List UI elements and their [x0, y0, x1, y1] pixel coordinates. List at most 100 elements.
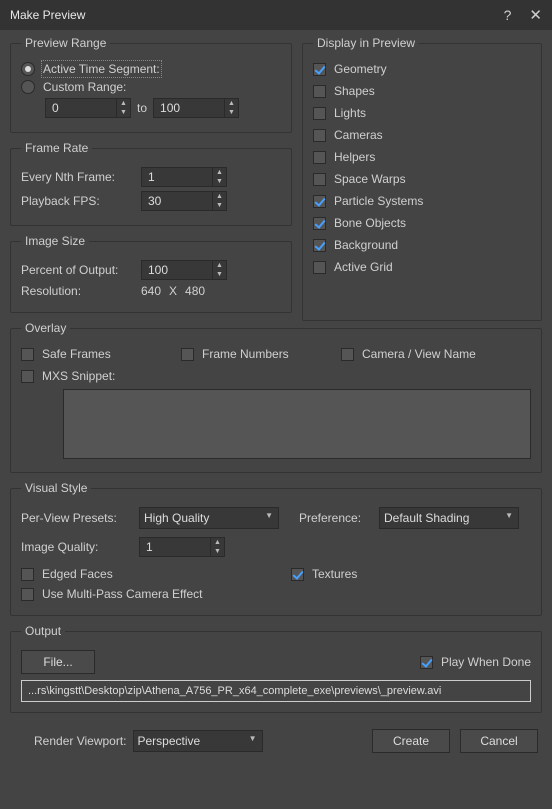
close-icon[interactable]: ✕: [529, 6, 542, 24]
spinner-arrows[interactable]: ▲▼: [116, 99, 130, 117]
resolution-x: X: [169, 284, 177, 298]
image-size-group: Image Size Percent of Output: 100 ▲▼ Res…: [10, 234, 292, 313]
edged-faces-check[interactable]: [21, 568, 34, 581]
display-option-background[interactable]: Background: [313, 234, 531, 256]
mxs-snippet-check[interactable]: [21, 370, 34, 383]
display-option-label[interactable]: Space Warps: [334, 172, 406, 186]
display-option-check[interactable]: [313, 107, 326, 120]
render-viewport-dropdown[interactable]: Perspective: [133, 730, 263, 752]
output-path: ...rs\kingstt\Desktop\zip\Athena_A756_PR…: [21, 680, 531, 702]
render-viewport-label: Render Viewport:: [34, 734, 127, 748]
display-option-check[interactable]: [313, 261, 326, 274]
image-quality-label: Image Quality:: [21, 540, 139, 554]
footer: Render Viewport: Perspective Create Canc…: [10, 721, 542, 753]
display-option-check[interactable]: [313, 63, 326, 76]
display-option-label[interactable]: Lights: [334, 106, 366, 120]
display-option-active-grid[interactable]: Active Grid: [313, 256, 531, 278]
textures-check[interactable]: [291, 568, 304, 581]
window-controls: ? ✕: [504, 6, 542, 24]
percent-output-label: Percent of Output:: [21, 263, 141, 277]
display-option-geometry[interactable]: Geometry: [313, 58, 531, 80]
preference-dropdown[interactable]: Default Shading: [379, 507, 519, 529]
range-to-input[interactable]: 100 ▲▼: [153, 98, 239, 118]
camera-view-label[interactable]: Camera / View Name: [362, 347, 476, 361]
display-option-cameras[interactable]: Cameras: [313, 124, 531, 146]
display-option-space-warps[interactable]: Space Warps: [313, 168, 531, 190]
preference-label: Preference:: [299, 511, 379, 525]
resolution-label: Resolution:: [21, 284, 141, 298]
image-quality-input[interactable]: 1 ▲▼: [139, 537, 225, 557]
spinner-arrows[interactable]: ▲▼: [212, 168, 226, 186]
frame-numbers-check[interactable]: [181, 348, 194, 361]
spinner-arrows[interactable]: ▲▼: [212, 192, 226, 210]
to-label: to: [137, 101, 147, 115]
display-option-label[interactable]: Particle Systems: [334, 194, 423, 208]
camera-view-check[interactable]: [341, 348, 354, 361]
file-button[interactable]: File...: [21, 650, 95, 674]
percent-output-input[interactable]: 100 ▲▼: [141, 260, 227, 280]
active-time-segment-label[interactable]: Active Time Segment:: [43, 62, 160, 76]
display-option-check[interactable]: [313, 239, 326, 252]
playback-fps-label: Playback FPS:: [21, 194, 141, 208]
resolution-height: 480: [185, 284, 205, 298]
window-title: Make Preview: [10, 8, 85, 22]
create-button[interactable]: Create: [372, 729, 450, 753]
display-option-lights[interactable]: Lights: [313, 102, 531, 124]
display-option-label[interactable]: Shapes: [334, 84, 375, 98]
mxs-snippet-textarea[interactable]: [63, 389, 531, 459]
display-option-bone-objects[interactable]: Bone Objects: [313, 212, 531, 234]
preview-range-group: Preview Range Active Time Segment: Custo…: [10, 36, 292, 133]
frame-numbers-label[interactable]: Frame Numbers: [202, 347, 289, 361]
display-option-check[interactable]: [313, 129, 326, 142]
display-option-particle-systems[interactable]: Particle Systems: [313, 190, 531, 212]
play-when-done-label[interactable]: Play When Done: [441, 655, 531, 669]
titlebar: Make Preview ? ✕: [0, 0, 552, 30]
display-option-check[interactable]: [313, 217, 326, 230]
per-view-presets-dropdown[interactable]: High Quality: [139, 507, 279, 529]
cancel-button[interactable]: Cancel: [460, 729, 538, 753]
display-in-preview-legend: Display in Preview: [313, 36, 419, 50]
range-from-input[interactable]: 0 ▲▼: [45, 98, 131, 118]
display-option-label[interactable]: Bone Objects: [334, 216, 406, 230]
active-time-segment-radio[interactable]: [21, 62, 35, 76]
per-view-presets-label: Per-View Presets:: [21, 511, 139, 525]
display-option-shapes[interactable]: Shapes: [313, 80, 531, 102]
playback-fps-input[interactable]: 30 ▲▼: [141, 191, 227, 211]
spinner-arrows[interactable]: ▲▼: [212, 261, 226, 279]
textures-label[interactable]: Textures: [312, 567, 357, 581]
output-legend: Output: [21, 624, 65, 638]
display-option-label[interactable]: Background: [334, 238, 398, 252]
help-icon[interactable]: ?: [504, 7, 512, 23]
frame-rate-group: Frame Rate Every Nth Frame: 1 ▲▼ Playbac…: [10, 141, 292, 226]
spinner-arrows[interactable]: ▲▼: [224, 99, 238, 117]
display-option-check[interactable]: [313, 173, 326, 186]
multipass-check[interactable]: [21, 588, 34, 601]
display-option-label[interactable]: Geometry: [334, 62, 387, 76]
custom-range-radio[interactable]: [21, 80, 35, 94]
display-option-label[interactable]: Helpers: [334, 150, 375, 164]
overlay-legend: Overlay: [21, 321, 70, 335]
display-option-check[interactable]: [313, 151, 326, 164]
edged-faces-label[interactable]: Edged Faces: [42, 567, 113, 581]
custom-range-label[interactable]: Custom Range:: [43, 80, 126, 94]
resolution-width: 640: [141, 284, 161, 298]
preview-range-legend: Preview Range: [21, 36, 110, 50]
safe-frames-label[interactable]: Safe Frames: [42, 347, 111, 361]
display-in-preview-group: Display in Preview Geometry Shapes Lights C…: [302, 36, 542, 321]
visual-style-legend: Visual Style: [21, 481, 91, 495]
display-option-check[interactable]: [313, 85, 326, 98]
visual-style-group: Visual Style Per-View Presets: High Qual…: [10, 481, 542, 616]
multipass-label[interactable]: Use Multi-Pass Camera Effect: [42, 587, 203, 601]
safe-frames-check[interactable]: [21, 348, 34, 361]
frame-rate-legend: Frame Rate: [21, 141, 92, 155]
spinner-arrows[interactable]: ▲▼: [210, 538, 224, 556]
play-when-done-check[interactable]: [420, 656, 433, 669]
overlay-group: Overlay Safe Frames Frame Numbers Camera…: [10, 321, 542, 473]
output-group: Output File... Play When Done ...rs\king…: [10, 624, 542, 713]
mxs-snippet-label[interactable]: MXS Snippet:: [42, 369, 115, 383]
every-nth-input[interactable]: 1 ▲▼: [141, 167, 227, 187]
display-option-label[interactable]: Cameras: [334, 128, 383, 142]
display-option-helpers[interactable]: Helpers: [313, 146, 531, 168]
display-option-check[interactable]: [313, 195, 326, 208]
display-option-label[interactable]: Active Grid: [334, 260, 393, 274]
